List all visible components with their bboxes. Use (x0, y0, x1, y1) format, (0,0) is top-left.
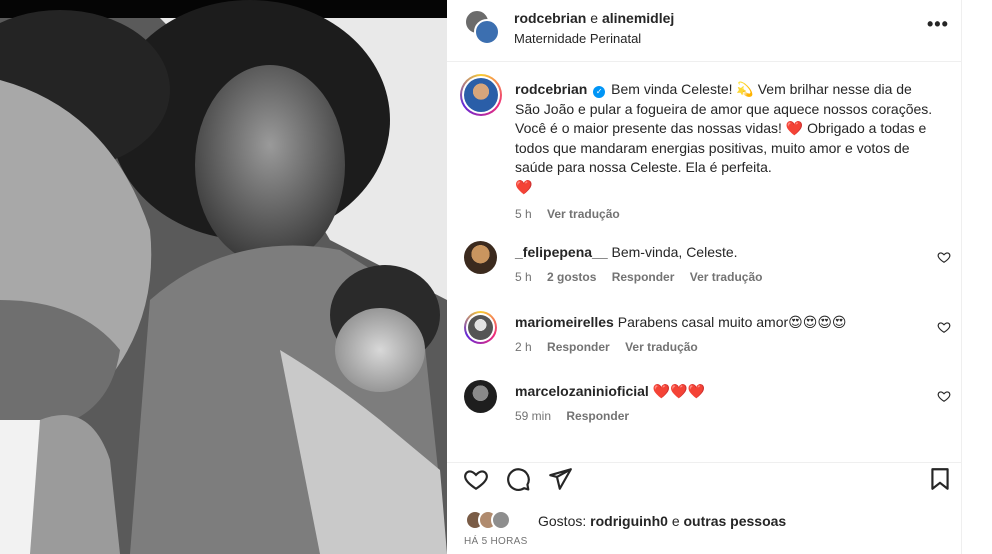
author-link[interactable]: rodcebrian (514, 10, 586, 26)
reply-button[interactable]: Responder (612, 270, 675, 284)
avatar (491, 510, 511, 530)
comment-time: 5 h (515, 270, 532, 284)
comment-bubble-icon[interactable] (505, 466, 531, 492)
heart-emoji: ❤️ (515, 178, 533, 195)
avatar[interactable] (464, 241, 497, 274)
comment-meta: 59 min Responder (515, 409, 641, 423)
avatar[interactable] (460, 74, 502, 116)
location-link[interactable]: Maternidade Perinatal (514, 31, 641, 46)
avatar[interactable] (464, 380, 497, 413)
avatar[interactable] (464, 311, 497, 344)
comment-username[interactable]: _felipepena__ (515, 244, 608, 260)
post-caption: rodcebrian ✓ Bem vinda Celeste! 💫 Vem br… (515, 80, 935, 225)
likes-text: Gostos: rodriguinh0 e outras pessoas (538, 513, 786, 529)
send-icon[interactable] (547, 466, 573, 492)
comment-time: 2 h (515, 340, 532, 354)
translate-link[interactable]: Ver tradução (690, 270, 763, 284)
post-header: rodcebrian e alinemidlej Maternidade Per… (447, 0, 962, 62)
liker-link[interactable]: rodriguinh0 (590, 513, 668, 529)
comment-text: marcelozaninioficial ❤️❤️❤️ (515, 383, 705, 400)
author-link[interactable]: alinemidlej (602, 10, 674, 26)
author-separator: e (590, 10, 599, 26)
caption-meta: 5 h Ver tradução (515, 205, 935, 225)
caption-time: 5 h (515, 207, 532, 221)
comment-text: _felipepena__ Bem-vinda, Celeste. (515, 244, 738, 260)
post-authors: rodcebrian e alinemidlej (514, 10, 674, 26)
comment-username[interactable]: marcelozaninioficial (515, 383, 649, 399)
comment-body: ❤️❤️❤️ (652, 383, 706, 399)
comment-meta: 2 h Responder Ver tradução (515, 340, 710, 354)
comment-body: Bem-vinda, Celeste. (611, 244, 738, 260)
comment-meta: 5 h 2 gostos Responder Ver tradução (515, 270, 774, 284)
collab-avatars[interactable] (464, 9, 500, 45)
comment-likes[interactable]: 2 gostos (547, 270, 596, 284)
likes-prefix: Gostos: (538, 513, 587, 529)
like-comment-heart-icon[interactable] (937, 250, 951, 264)
others-link[interactable]: outras pessoas (684, 513, 787, 529)
comment-time: 59 min (515, 409, 552, 423)
post-detail-inner: rodcebrian e alinemidlej Maternidade Per… (447, 0, 962, 554)
reply-button[interactable]: Responder (566, 409, 629, 423)
comment-username[interactable]: mariomeirelles (515, 314, 614, 330)
heart-emoji: ❤️ (785, 120, 804, 136)
like-comment-heart-icon[interactable] (937, 320, 951, 334)
like-comment-heart-icon[interactable] (937, 389, 951, 403)
heart-outline-icon[interactable] (463, 466, 489, 492)
bookmark-icon[interactable] (927, 466, 953, 492)
post-photo[interactable] (0, 0, 447, 554)
comment-text: mariomeirelles Parabens casal muito amor… (515, 314, 847, 331)
reply-button[interactable]: Responder (547, 340, 610, 354)
translate-link[interactable]: Ver tradução (547, 207, 620, 221)
post-detail-panel: rodcebrian e alinemidlej Maternidade Per… (447, 0, 992, 554)
post-time-ago: HÁ 5 HORAS (464, 536, 528, 547)
comment-body: Parabens casal muito amor😍😍😍😍 (617, 314, 847, 330)
verified-badge-icon: ✓ (593, 86, 606, 98)
likes-connector: e (671, 513, 680, 529)
translate-link[interactable]: Ver tradução (625, 340, 698, 354)
photo-illustration (0, 0, 447, 554)
avatar[interactable] (474, 19, 500, 45)
caption-username[interactable]: rodcebrian (515, 81, 587, 97)
more-options-icon[interactable]: ••• (927, 14, 951, 34)
